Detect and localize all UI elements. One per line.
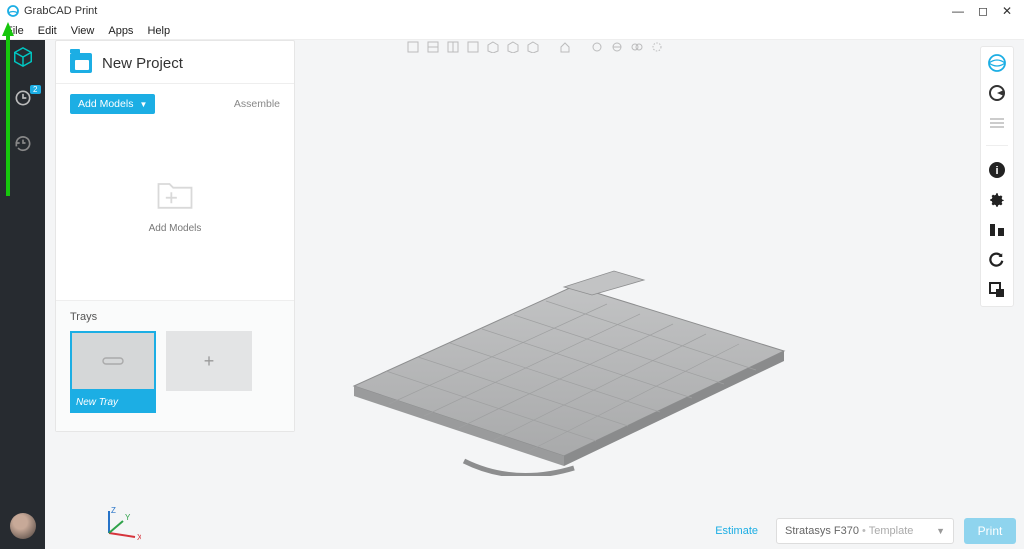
menu-file[interactable]: File	[6, 25, 24, 37]
svg-text:Y: Y	[125, 513, 131, 522]
add-folder-icon	[153, 175, 197, 215]
assemble-link[interactable]: Assemble	[234, 98, 280, 110]
svg-text:X: X	[137, 533, 141, 541]
supports-icon[interactable]	[987, 220, 1007, 240]
add-models-label: Add Models	[78, 98, 133, 110]
view-front-icon[interactable]	[426, 40, 440, 54]
panel-title: New Project	[102, 55, 183, 72]
titlebar: GrabCAD Print — ◻ ✕	[0, 0, 1024, 22]
display-hidden-icon[interactable]	[650, 40, 664, 54]
info-icon[interactable]: i	[987, 160, 1007, 180]
view-top-icon[interactable]	[406, 40, 420, 54]
tray-card-1[interactable]: New Tray	[70, 331, 156, 413]
svg-text:Z: Z	[111, 507, 116, 515]
refresh-icon[interactable]	[987, 250, 1007, 270]
bottom-bar: Estimate Stratasys F370 • Template ▼ Pri…	[715, 513, 1024, 549]
menu-help[interactable]: Help	[147, 25, 170, 37]
trays-title: Trays	[70, 311, 280, 323]
display-hybrid-icon[interactable]	[630, 40, 644, 54]
layers-icon[interactable]	[987, 113, 1007, 133]
schedule-icon[interactable]: 2	[13, 88, 33, 113]
home-icon[interactable]	[12, 46, 34, 68]
tray-add-card[interactable]: +	[166, 331, 252, 413]
menubar: File Edit View Apps Help	[0, 22, 1024, 40]
tray-label: New Tray	[70, 391, 156, 413]
app-icon	[6, 4, 20, 18]
minimize-button[interactable]: —	[952, 4, 964, 18]
view-iso1-icon[interactable]	[486, 40, 500, 54]
view-home-icon[interactable]	[558, 40, 572, 54]
plus-icon: +	[166, 331, 252, 391]
maximize-button[interactable]: ◻	[978, 4, 988, 18]
print-button[interactable]: Print	[964, 518, 1016, 544]
printer-name: Stratasys F370	[785, 525, 859, 537]
view-iso2-icon[interactable]	[506, 40, 520, 54]
view-right-icon[interactable]	[446, 40, 460, 54]
globe-icon[interactable]	[987, 53, 1007, 73]
chevron-down-icon: ▼	[936, 526, 945, 536]
display-shaded-icon[interactable]	[590, 40, 604, 54]
tray-thumbnail	[70, 331, 156, 391]
close-button[interactable]: ✕	[1002, 4, 1012, 18]
menu-apps[interactable]: Apps	[108, 25, 133, 37]
avatar[interactable]	[10, 513, 36, 539]
printer-select[interactable]: Stratasys F370 • Template ▼	[776, 518, 954, 544]
window-title: GrabCAD Print	[24, 5, 97, 17]
left-rail: 2	[0, 40, 45, 549]
arrange-icon[interactable]	[987, 280, 1007, 300]
svg-text:i: i	[995, 165, 998, 177]
right-toolbar: i	[980, 46, 1014, 307]
printer-template: Template	[869, 525, 914, 537]
history-icon[interactable]	[13, 133, 33, 153]
view-toolbar	[406, 40, 664, 54]
models-dropzone[interactable]: Add Models	[70, 124, 280, 284]
gear-icon[interactable]	[987, 190, 1007, 210]
trays-section: Trays New Tray +	[56, 301, 294, 431]
view-iso3-icon[interactable]	[526, 40, 540, 54]
menu-edit[interactable]: Edit	[38, 25, 57, 37]
panel-body: Add Models ▼ Assemble Add Models	[56, 84, 294, 301]
build-plate	[314, 256, 834, 476]
slice-icon[interactable]	[987, 83, 1007, 103]
estimate-link[interactable]: Estimate	[715, 525, 758, 537]
menu-view[interactable]: View	[71, 25, 95, 37]
display-wire-icon[interactable]	[610, 40, 624, 54]
dropzone-label: Add Models	[149, 223, 202, 234]
project-folder-icon	[70, 53, 92, 73]
axis-gizmo: X Z Y	[101, 507, 141, 541]
queue-badge: 2	[30, 85, 40, 94]
viewport[interactable]: i	[45, 40, 1024, 549]
panel-header: New Project	[56, 41, 294, 84]
view-left-icon[interactable]	[466, 40, 480, 54]
caret-down-icon: ▼	[139, 100, 147, 109]
project-panel: New Project Add Models ▼ Assemble	[55, 40, 295, 432]
add-models-button[interactable]: Add Models ▼	[70, 94, 155, 114]
